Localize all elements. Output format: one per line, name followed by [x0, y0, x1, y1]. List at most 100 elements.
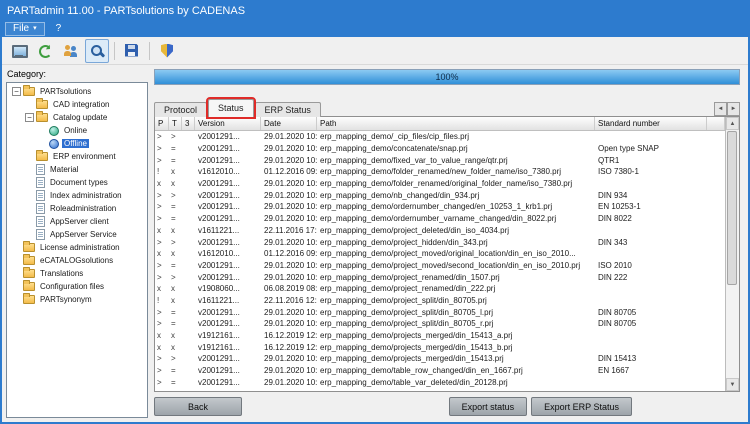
table-row[interactable]: >=v2001291...29.01.2020 10:...erp_mappin… — [155, 318, 725, 330]
column-header-3[interactable]: 3 — [182, 117, 195, 130]
tree-item-cad-integration[interactable]: CAD integration — [7, 98, 147, 111]
back-button[interactable]: Back — [154, 397, 242, 416]
column-header-p[interactable]: P — [155, 117, 169, 130]
cell: 29.01.2020 10:... — [261, 131, 317, 142]
cell: > — [155, 190, 169, 201]
table-row[interactable]: !xv1611221...22.11.2016 12:...erp_mappin… — [155, 295, 725, 307]
scroll-down-icon[interactable]: ▼ — [726, 378, 739, 391]
tree-item-catalog-update[interactable]: −Catalog update — [7, 111, 147, 124]
tree-item-erp-environment[interactable]: ERP environment — [7, 150, 147, 163]
tab-bar: ProtocolStatusERP Status ◄ ► — [154, 99, 740, 117]
table-row[interactable]: >=v2001291...29.01.2020 10:...erp_mappin… — [155, 306, 725, 318]
save-button[interactable] — [120, 39, 144, 63]
tree-item-document-types[interactable]: Document types — [7, 176, 147, 189]
app-window: PARTadmin 11.00 - PARTsolutions by CADEN… — [0, 0, 750, 424]
folder-icon — [23, 295, 35, 304]
users-icon — [63, 43, 79, 59]
tree-item-appserver-service[interactable]: AppServer Service — [7, 228, 147, 241]
table-row[interactable]: >>v2001291...29.01.2020 10:...erp_mappin… — [155, 271, 725, 283]
table-row[interactable]: xxv1908060...06.08.2019 08:...erp_mappin… — [155, 283, 725, 295]
tree-item-partsynonym[interactable]: PARTsynonym — [7, 293, 147, 306]
tree-item-configuration-files[interactable]: Configuration files — [7, 280, 147, 293]
folder-icon — [23, 269, 35, 278]
status-table: PT3VersionDatePathStandard number >>v200… — [155, 117, 725, 391]
cell: > — [155, 213, 169, 224]
tree-item-appserver-client[interactable]: AppServer client — [7, 215, 147, 228]
shield-icon — [159, 43, 175, 59]
cell: erp_mapping_demo/project_renamed/din_222… — [317, 283, 595, 294]
table-row[interactable]: >=v2001291...29.01.2020 10:...erp_mappin… — [155, 213, 725, 225]
cell: x — [169, 295, 182, 306]
catalog-update-button[interactable] — [33, 39, 57, 63]
table-row[interactable]: >=v2001291...29.01.2020 10:...erp_mappin… — [155, 154, 725, 166]
table-row[interactable]: xxv1912161...16.12.2019 12:...erp_mappin… — [155, 330, 725, 342]
column-header-t[interactable]: T — [169, 117, 182, 130]
cell: erp_mapping_demo/project_split/din_80705… — [317, 307, 595, 318]
column-header-path[interactable]: Path — [317, 117, 595, 130]
table-row[interactable]: >=v2001291...29.01.2020 10:...erp_mappin… — [155, 260, 725, 272]
tree-item-translations[interactable]: Translations — [7, 267, 147, 280]
cell: x — [169, 248, 182, 259]
tree-item-online[interactable]: Online — [7, 124, 147, 137]
scrollbar-track[interactable] — [726, 130, 739, 378]
table-row[interactable]: xxv1912161...16.12.2019 12:...erp_mappin… — [155, 341, 725, 353]
tree-item-index-administration[interactable]: Index administration — [7, 189, 147, 202]
tab-protocol[interactable]: Protocol — [154, 102, 207, 117]
tree-item-label: ERP environment — [51, 152, 118, 161]
table-row[interactable]: >>v2001291...29.01.2020 10:...erp_mappin… — [155, 189, 725, 201]
tab-status[interactable]: Status — [208, 99, 254, 117]
cell: x — [155, 225, 169, 236]
tree-expander[interactable]: − — [25, 113, 34, 122]
table-row[interactable]: >>v2001291...29.01.2020 10:...erp_mappin… — [155, 353, 725, 365]
table-row[interactable]: >=v2001291...29.01.2020 10:...erp_mappin… — [155, 365, 725, 377]
tree-item-license-administration[interactable]: License administration — [7, 241, 147, 254]
cell: x — [155, 283, 169, 294]
cell: 29.01.2020 10:... — [261, 201, 317, 212]
scrollbar-thumb[interactable] — [727, 131, 737, 285]
users-button[interactable] — [59, 39, 83, 63]
shield-button[interactable] — [155, 39, 179, 63]
menu-help[interactable]: ? — [49, 22, 69, 36]
cell: v1912161... — [195, 342, 261, 353]
menu-file[interactable]: File ▾ — [5, 22, 45, 36]
computer-button[interactable] — [7, 39, 31, 63]
cell: > — [169, 237, 182, 248]
column-header-standard-number[interactable]: Standard number — [595, 117, 707, 130]
table-row[interactable]: >>v2001291...29.01.2020 10:...erp_mappin… — [155, 131, 725, 143]
table-row[interactable]: xxv2001291...29.01.2020 10:...erp_mappin… — [155, 178, 725, 190]
tree-expander[interactable]: − — [12, 87, 21, 96]
tree-item-label: Configuration files — [38, 282, 106, 291]
cell: = — [169, 377, 182, 388]
tree-item-label: AppServer client — [48, 217, 111, 226]
tab-erp-status[interactable]: ERP Status — [255, 102, 321, 117]
tree-item-ecatalogsolutions[interactable]: eCATALOGsolutions — [7, 254, 147, 267]
tab-scroll-left-icon[interactable]: ◄ — [714, 102, 727, 116]
tree-item-material[interactable]: Material — [7, 163, 147, 176]
table-row[interactable]: >=v2001291...29.01.2020 10:...erp_mappin… — [155, 201, 725, 213]
folder-icon — [23, 256, 35, 265]
export-status-button[interactable]: Export status — [449, 397, 528, 416]
vertical-scrollbar[interactable]: ▲ ▼ — [725, 117, 739, 391]
folder-icon — [36, 100, 48, 109]
scroll-up-icon[interactable]: ▲ — [726, 117, 739, 130]
cell: 29.01.2020 10:... — [261, 178, 317, 189]
tree-item-partsolutions[interactable]: −PARTsolutions — [7, 85, 147, 98]
tab-scroll-right-icon[interactable]: ► — [727, 102, 740, 116]
table-row[interactable]: !xv1612010...01.12.2016 09:...erp_mappin… — [155, 166, 725, 178]
cell: erp_mapping_demo/project_split/din_80705… — [317, 295, 595, 306]
column-header-version[interactable]: Version — [195, 117, 261, 130]
computer-icon — [11, 43, 27, 59]
export-erp-status-button[interactable]: Export ERP Status — [531, 397, 632, 416]
table-row[interactable]: >=v2001291...29.01.2020 10:...erp_mappin… — [155, 143, 725, 155]
table-row[interactable]: xxv1611221...22.11.2016 17:...erp_mappin… — [155, 225, 725, 237]
tree-item-offline[interactable]: Offline — [7, 137, 147, 150]
cell: x — [169, 166, 182, 177]
cell: erp_mapping_demo/project_deleted/din_iso… — [317, 225, 595, 236]
table-row[interactable]: >>v2001291...29.01.2020 10:...erp_mappin… — [155, 236, 725, 248]
column-header-date[interactable]: Date — [261, 117, 317, 130]
tree-item-roleadministration[interactable]: Roleadministration — [7, 202, 147, 215]
chevron-down-icon: ▾ — [33, 25, 37, 32]
index-button[interactable] — [85, 39, 109, 63]
table-row[interactable]: xxv1612010...01.12.2016 09:...erp_mappin… — [155, 248, 725, 260]
table-row[interactable]: >=v2001291...29.01.2020 10:...erp_mappin… — [155, 376, 725, 388]
